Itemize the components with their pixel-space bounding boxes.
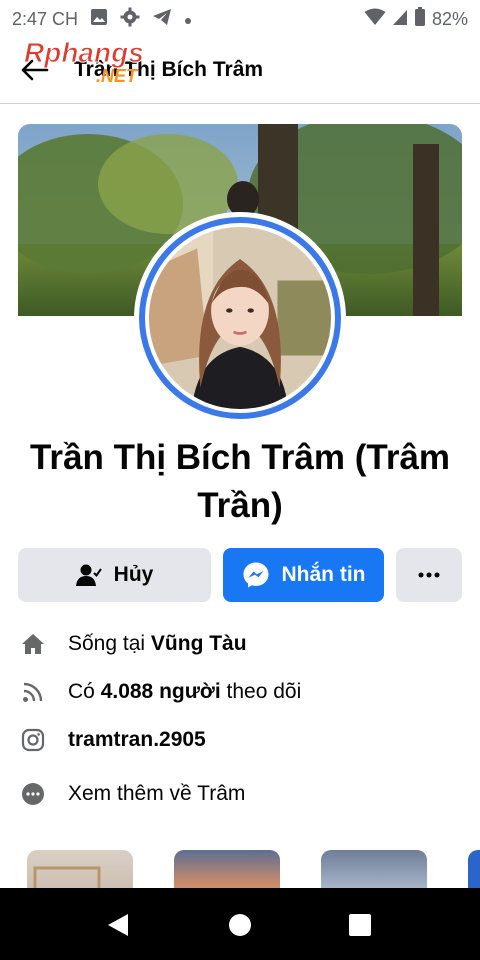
signal-icon [392, 8, 408, 31]
rss-icon [20, 679, 46, 705]
instagram-icon [20, 727, 46, 753]
app-bar: Trần Thị Bích Trâm [0, 38, 480, 104]
status-bar: 2:47 CH 82% [0, 0, 480, 38]
wifi-icon [364, 8, 386, 31]
nav-recents-button[interactable] [345, 910, 375, 940]
profile-photo [149, 227, 331, 409]
more-options-button[interactable] [396, 548, 462, 602]
home-icon [20, 631, 46, 657]
lives-prefix: Sống tại [68, 632, 151, 655]
profile-actions: Hủy Nhắn tin [18, 548, 462, 602]
cancel-button[interactable]: Hủy [18, 548, 211, 602]
see-more-label: Xem thêm về Trâm [68, 782, 246, 805]
gear-icon [120, 7, 140, 32]
follow-count[interactable]: 4.088 người [101, 680, 221, 704]
battery-level: 82% [431, 8, 468, 29]
info-instagram[interactable]: tramtran.2905 [20, 724, 460, 756]
more-icon [418, 572, 440, 578]
friend-pending-icon [75, 564, 102, 586]
status-time: 2:47 CH [12, 8, 79, 29]
message-button[interactable]: Nhắn tin [223, 548, 384, 602]
photo-strip [0, 848, 480, 888]
instagram-handle[interactable]: tramtran.2905 [68, 728, 206, 752]
messenger-icon [243, 562, 268, 588]
info-lives-in: Sống tại Vũng Tàu [20, 628, 460, 660]
avatar[interactable] [134, 212, 346, 424]
square-recents-icon [349, 914, 371, 936]
info-followers: Có 4.088 người theo dõi [20, 676, 460, 708]
message-label: Nhắn tin [281, 563, 366, 586]
more-circle-icon [20, 781, 46, 807]
back-button[interactable] [14, 52, 54, 88]
nav-back-button[interactable] [103, 910, 133, 940]
photo-thumbnail[interactable] [174, 850, 280, 888]
telegram-icon [152, 8, 172, 31]
follow-prefix: Có [68, 680, 101, 703]
nav-home-button[interactable] [225, 910, 255, 940]
photo-thumbnail[interactable] [468, 850, 480, 888]
circle-home-icon [229, 914, 251, 936]
lives-city[interactable]: Vũng Tàu [151, 632, 247, 656]
cancel-label: Hủy [113, 563, 154, 586]
page-title: Trần Thị Bích Trâm [74, 58, 264, 81]
battery-icon [414, 6, 426, 32]
profile-name: Trần Thị Bích Trâm (Trâm Trần) [29, 438, 451, 525]
photo-thumbnail[interactable] [321, 850, 427, 888]
photo-thumbnail[interactable] [27, 850, 133, 888]
dot-icon [184, 9, 192, 30]
back-arrow-icon [21, 59, 49, 81]
follow-suffix: theo dõi [220, 680, 302, 703]
triangle-back-icon [108, 914, 128, 936]
system-nav-bar [0, 888, 480, 960]
see-more-about[interactable]: Xem thêm về Trâm [20, 778, 460, 810]
image-icon [90, 8, 108, 31]
